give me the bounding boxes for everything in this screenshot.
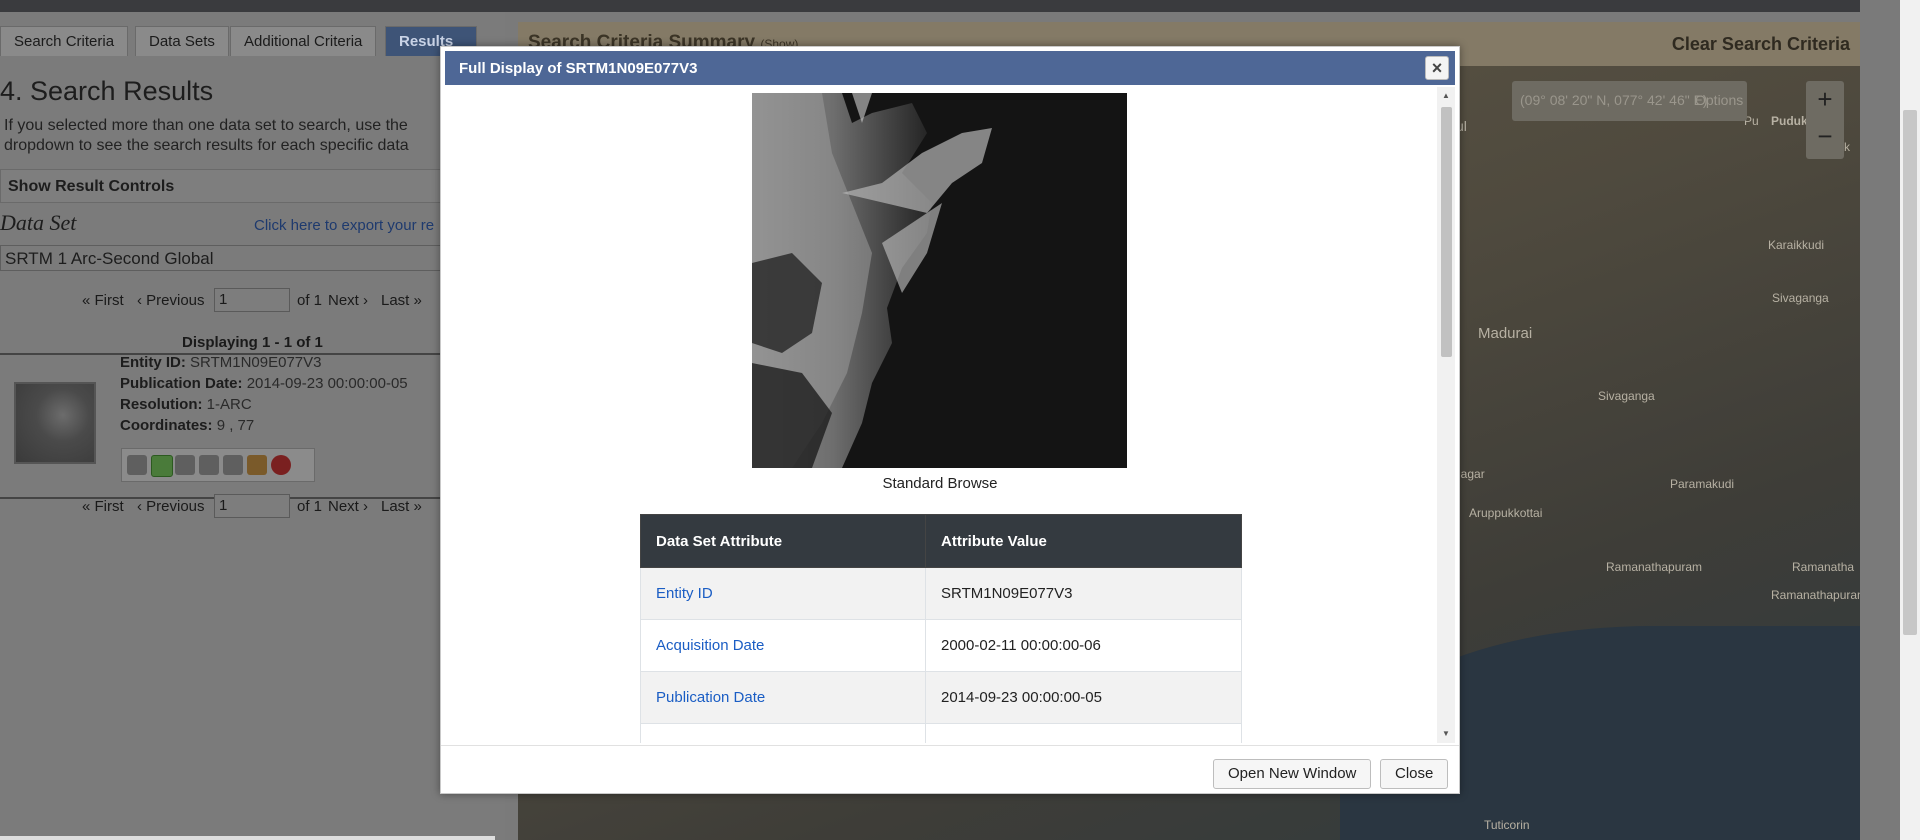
metadata-icon[interactable] xyxy=(175,455,195,475)
pager-first[interactable]: « First xyxy=(82,498,124,515)
pager-last[interactable]: Last » xyxy=(381,498,422,515)
map-label: Sivaganga xyxy=(1598,389,1655,403)
elevation-browse-graphic xyxy=(752,93,1127,468)
attribute-link[interactable]: Acquisition Date xyxy=(640,619,926,672)
footprint-icon[interactable] xyxy=(127,455,147,475)
modal-title: Full Display of SRTM1N09E077V3 xyxy=(459,60,698,77)
entity-id: Entity ID: SRTM1N09E077V3 xyxy=(120,354,322,371)
column-header: Attribute Value xyxy=(925,514,1242,568)
attribute-link[interactable]: Entity ID xyxy=(640,567,926,620)
map-label: Tuticorin xyxy=(1484,818,1530,832)
compare-icon[interactable] xyxy=(199,455,219,475)
attribute-table: Data Set Attribute Attribute Value Entit… xyxy=(640,514,1242,743)
pager-last[interactable]: Last » xyxy=(381,292,422,309)
left-panel-bottom-edge xyxy=(0,836,495,840)
map-label: Ramanatha xyxy=(1792,560,1855,574)
page-scrollbar-thumb[interactable] xyxy=(1903,110,1917,635)
map-label: Ramanathapuram xyxy=(1771,588,1860,602)
table-header-row: Data Set Attribute Attribute Value xyxy=(640,514,1242,568)
modal-scrollbar-thumb[interactable] xyxy=(1441,107,1452,357)
page-scrollbar[interactable] xyxy=(1900,0,1920,840)
browse-caption: Standard Browse xyxy=(882,475,998,492)
scroll-down-icon[interactable]: ▼ xyxy=(1437,727,1455,741)
resolution: Resolution: 1-ARC xyxy=(120,396,252,413)
map-coordinates-box: (09° 08' 20" N, 077° 42' 46" E) Options xyxy=(1512,81,1747,121)
scroll-up-icon[interactable]: ▲ xyxy=(1437,89,1455,103)
clear-search-criteria-button[interactable]: Clear Search Criteria xyxy=(1672,34,1850,55)
modal-header: Full Display of SRTM1N09E077V3 × xyxy=(445,51,1455,85)
table-row: Entity ID SRTM1N09E077V3 xyxy=(640,567,1242,620)
export-link[interactable]: Click here to export your re xyxy=(254,217,434,234)
pager-previous[interactable]: ‹ Previous xyxy=(137,292,205,309)
modal-scrollbar[interactable]: ▲ ▼ xyxy=(1437,87,1455,743)
show-result-controls[interactable]: Show Result Controls xyxy=(0,169,445,203)
map-label: Aruppukkottai xyxy=(1469,506,1543,520)
column-header: Data Set Attribute xyxy=(640,514,926,568)
coordinates: Coordinates: 9 , 77 xyxy=(120,417,255,434)
pager-previous[interactable]: ‹ Previous xyxy=(137,498,205,515)
map-label: Ramanathapuram xyxy=(1606,560,1703,574)
table-row: Resolution 1-ARC xyxy=(640,723,1242,743)
map-options-button[interactable]: Options xyxy=(1695,92,1743,108)
left-panel: Search Criteria Data Sets Additional Cri… xyxy=(0,12,505,840)
tab-data-sets[interactable]: Data Sets xyxy=(135,26,229,56)
pager-next[interactable]: Next › xyxy=(328,292,368,309)
publication-date: Publication Date: 2014-09-23 00:00:00-05 xyxy=(120,375,408,392)
map-label: Sivaganga xyxy=(1772,291,1829,305)
exclude-icon[interactable] xyxy=(271,455,291,475)
order-icon[interactable] xyxy=(247,455,267,475)
close-button[interactable]: Close xyxy=(1380,759,1449,789)
attribute-value: 1-ARC xyxy=(925,723,1242,743)
pager-next[interactable]: Next › xyxy=(328,498,368,515)
modal-footer: Open New Window Close xyxy=(441,745,1459,794)
page-title: 4. Search Results xyxy=(0,76,214,106)
full-display-modal: Full Display of SRTM1N09E077V3 × Standar… xyxy=(440,46,1460,794)
tab-additional-criteria[interactable]: Additional Criteria xyxy=(230,26,377,56)
download-icon[interactable] xyxy=(223,455,243,475)
page-input[interactable]: 1 xyxy=(214,288,290,312)
map-label: Karaikkudi xyxy=(1768,238,1825,252)
attribute-value: SRTM1N09E077V3 xyxy=(925,567,1242,620)
table-row: Acquisition Date 2000-02-11 00:00:00-06 xyxy=(640,619,1242,672)
zoom-in-button[interactable]: + xyxy=(1806,84,1844,115)
attribute-value: 2014-09-23 00:00:00-05 xyxy=(925,671,1242,724)
attribute-link[interactable]: Publication Date xyxy=(640,671,926,724)
attribute-value: 2000-02-11 00:00:00-06 xyxy=(925,619,1242,672)
tab-search-criteria[interactable]: Search Criteria xyxy=(0,26,129,56)
intro-text: If you selected more than one data set t… xyxy=(4,117,409,154)
zoom-control: + − xyxy=(1806,81,1844,159)
pager-of: of 1 xyxy=(297,292,323,309)
modal-body[interactable]: Standard Browse Data Set Attribute Attri… xyxy=(445,87,1455,743)
result-thumbnail[interactable] xyxy=(14,382,96,464)
map-label: Madurai xyxy=(1478,325,1533,342)
coordinate-readout: (09° 08' 20" N, 077° 42' 46" E) xyxy=(1520,92,1708,108)
open-new-window-button[interactable]: Open New Window xyxy=(1213,759,1372,789)
modal-close-icon[interactable]: × xyxy=(1425,56,1449,80)
browse-overlay-icon[interactable] xyxy=(151,455,173,477)
zoom-out-button[interactable]: − xyxy=(1806,121,1844,152)
table-row: Publication Date 2014-09-23 00:00:00-05 xyxy=(640,671,1242,724)
pager-of: of 1 xyxy=(297,498,323,515)
result-action-bar xyxy=(121,448,315,482)
map-label: Paramakudi xyxy=(1670,477,1735,491)
page-input[interactable]: 1 xyxy=(214,494,290,518)
displaying-count: Displaying 1 - 1 of 1 xyxy=(182,334,323,351)
attribute-link[interactable]: Resolution xyxy=(640,723,926,743)
top-bar xyxy=(0,0,1860,12)
data-set-label: Data Set xyxy=(0,210,77,235)
standard-browse-image xyxy=(752,93,1127,468)
data-set-select[interactable]: SRTM 1 Arc-Second Global xyxy=(0,245,445,271)
pager-first[interactable]: « First xyxy=(82,292,124,309)
